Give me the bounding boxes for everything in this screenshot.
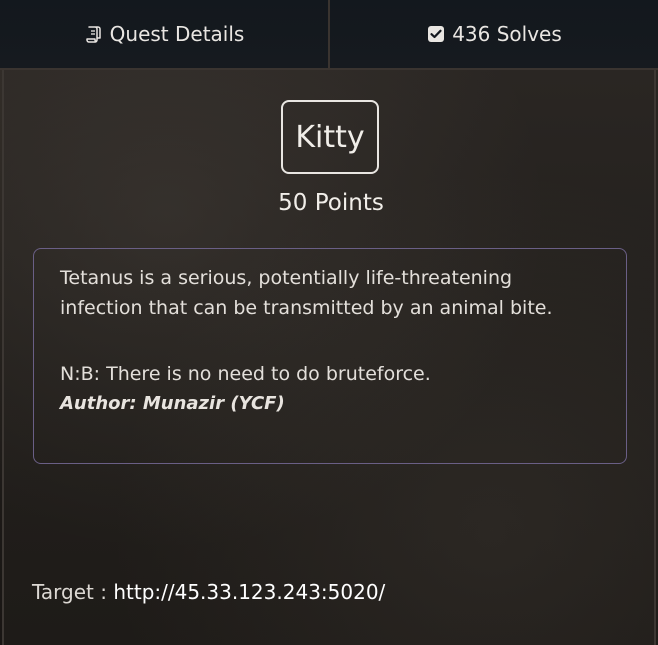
target-label: Target : (32, 580, 114, 604)
description-note: N:B: There is no need to do bruteforce. (60, 363, 431, 385)
quest-details-panel: Kitty 50 Points Tetanus is a serious, po… (2, 70, 656, 645)
challenge-author: Author: Munazir (YCF) (60, 393, 285, 414)
challenge-points: 50 Points (278, 190, 384, 216)
tab-quest-details[interactable]: Quest Details (0, 0, 328, 70)
description-line-2: infection that can be transmitted by an … (60, 297, 553, 319)
description-line-1: Tetanus is a serious, potentially life-t… (60, 267, 513, 289)
checkbox-icon (426, 24, 446, 44)
challenge-name: Kitty (295, 119, 365, 155)
challenge-window: Quest Details 436 Solves Kitty 50 Points… (0, 0, 658, 645)
tab-solves[interactable]: 436 Solves (328, 0, 658, 70)
tab-quest-details-label: Quest Details (109, 22, 245, 46)
challenge-name-badge: Kitty (281, 100, 379, 174)
target-line: Target : http://45.33.123.243:5020/ (32, 580, 385, 604)
scroll-icon (84, 24, 104, 44)
tab-bar: Quest Details 436 Solves (0, 0, 658, 70)
tab-solves-label: 436 Solves (452, 22, 562, 46)
target-url-link[interactable]: http://45.33.123.243:5020/ (113, 580, 385, 604)
challenge-description: Tetanus is a serious, potentially life-t… (33, 248, 627, 464)
